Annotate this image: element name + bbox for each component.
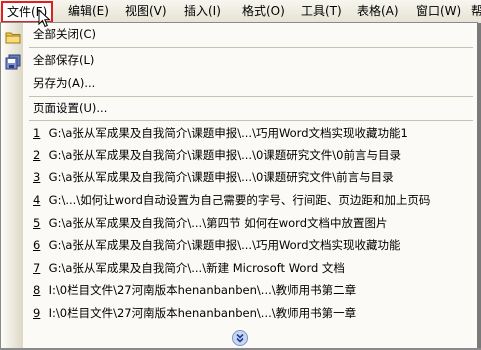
- window-edge: [477, 23, 481, 350]
- recent-file-path: G:\a张从军成果及自我简介\...\第四节 如何在word文档中放置图片: [48, 216, 388, 230]
- save-all-item[interactable]: 全部保存(L): [23, 49, 475, 71]
- recent-file-path: G:\a张从军成果及自我简介\课题申报\...\巧用Word文档实现收藏功能: [48, 238, 401, 252]
- menu-tools[interactable]: 工具(T): [297, 2, 346, 21]
- page-setup-item[interactable]: 页面设置(U)...: [23, 97, 475, 119]
- recent-file-number: 4: [33, 193, 41, 207]
- double-chevron-down-icon[interactable]: [232, 330, 248, 346]
- menu-insert[interactable]: 插入(I): [180, 2, 225, 21]
- recent-file-2[interactable]: 2 G:\a张从军成果及自我简介\课题申报\...\0课题研究文件\0前言与目录: [23, 144, 475, 166]
- recent-file-number: 9: [33, 306, 41, 320]
- menu-edit[interactable]: 编辑(E): [64, 2, 113, 21]
- recent-file-path: G:\...\如何让word自动设置为自己需要的字号、行间距、页边距和加上页码: [48, 193, 431, 207]
- recent-file-number: 2: [33, 148, 41, 162]
- recent-file-9[interactable]: 9 I:\0栏目文件\27河南版本henanbanben\...\教师用书第一章: [23, 302, 475, 324]
- recent-file-path: G:\a张从军成果及自我简介\...\新建 Microsoft Word 文档: [48, 261, 345, 275]
- recent-file-4[interactable]: 4 G:\...\如何让word自动设置为自己需要的字号、行间距、页边距和加上页…: [23, 189, 475, 211]
- menu-view[interactable]: 视图(V): [121, 2, 171, 21]
- menu-table[interactable]: 表格(A): [353, 2, 403, 21]
- mouse-cursor-icon: [38, 9, 51, 28]
- folder-icon: [5, 32, 21, 44]
- recent-file-path: G:\a张从军成果及自我简介\课题申报\...\巧用Word文档实现收藏功能1: [48, 126, 408, 140]
- file-menu-dropdown: 全部关闭(C) 全部保存(L) 另存为(A)... 页面设置(U)... 1 G…: [0, 22, 478, 350]
- recent-file-3[interactable]: 3 G:\a张从军成果及自我简介\课题申报\...\0课题研究文件\前言与目录: [23, 166, 475, 188]
- close-all-item[interactable]: 全部关闭(C): [23, 23, 475, 45]
- recent-file-number: 1: [33, 126, 41, 140]
- menu-bar: 文件(F) 编辑(E) 视图(V) 插入(I) 格式(O) 工具(T) 表格(A…: [0, 0, 481, 24]
- recent-file-path: I:\0栏目文件\27河南版本henanbanben\...\教师用书第二章: [48, 283, 357, 297]
- recent-file-number: 5: [33, 216, 41, 230]
- save-all-icon: [5, 54, 21, 70]
- recent-file-6[interactable]: 6 G:\a张从军成果及自我简介\课题申报\...\巧用Word文档实现收藏功能: [23, 234, 475, 256]
- recent-file-7[interactable]: 7 G:\a张从军成果及自我简介\...\新建 Microsoft Word 文…: [23, 257, 475, 279]
- recent-file-path: G:\a张从军成果及自我简介\课题申报\...\0课题研究文件\0前言与目录: [48, 148, 401, 162]
- recent-file-1[interactable]: 1 G:\a张从军成果及自我简介\课题申报\...\巧用Word文档实现收藏功能…: [23, 122, 475, 144]
- recent-file-5[interactable]: 5 G:\a张从军成果及自我简介\...\第四节 如何在word文档中放置图片: [23, 212, 475, 234]
- separator: [29, 47, 473, 48]
- menu-window[interactable]: 窗口(W): [412, 2, 465, 21]
- recent-file-number: 7: [33, 261, 41, 275]
- recent-file-8[interactable]: 8 I:\0栏目文件\27河南版本henanbanben\...\教师用书第二章: [23, 279, 475, 301]
- recent-file-number: 8: [33, 283, 41, 297]
- separator: [29, 120, 473, 121]
- save-as-item[interactable]: 另存为(A)...: [23, 72, 475, 94]
- recent-file-path: I:\0栏目文件\27河南版本henanbanben\...\教师用书第一章: [48, 306, 357, 320]
- recent-file-number: 6: [33, 238, 41, 252]
- recent-file-number: 3: [33, 170, 41, 184]
- menu-format[interactable]: 格式(O): [238, 2, 289, 21]
- recent-file-path: G:\a张从军成果及自我简介\课题申报\...\0课题研究文件\前言与目录: [48, 170, 394, 184]
- menu-icon-gutter: [1, 23, 23, 349]
- menu-help[interactable]: 帮: [467, 2, 481, 21]
